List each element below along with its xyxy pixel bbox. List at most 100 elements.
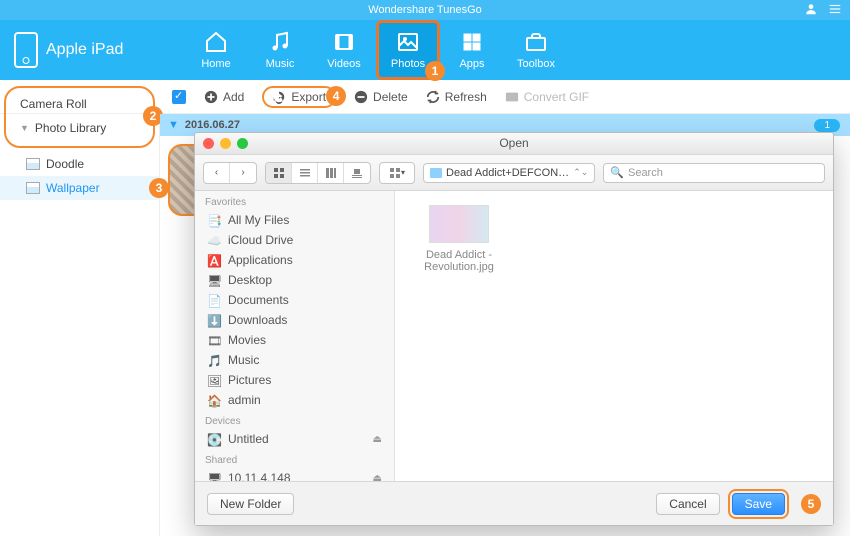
search-icon: 🔍 xyxy=(610,166,624,179)
nav-apps[interactable]: Apps xyxy=(440,20,504,80)
export-button[interactable]: Export 4 xyxy=(262,86,336,108)
nav-photos-label: Photos xyxy=(391,58,425,70)
file-item[interactable]: Dead Addict - Revolution.jpg xyxy=(409,205,509,273)
open-dialog: Open ‹ › ▾ Dead Addict+DEFCON… ⌃⌄ 🔍 Sear… xyxy=(194,132,834,526)
fav-desktop[interactable]: 🖥Desktop xyxy=(195,270,394,290)
sidebar-camera-roll-label: Camera Roll xyxy=(20,97,87,111)
chevron-updown-icon: ⌃⌄ xyxy=(573,167,588,178)
save-highlight: Save xyxy=(728,489,789,519)
export-label: Export xyxy=(291,90,326,104)
refresh-icon xyxy=(426,90,440,104)
music-icon: 🎵 xyxy=(207,354,221,366)
group-date: 2016.06.27 xyxy=(185,119,240,131)
nav-home[interactable]: Home xyxy=(184,20,248,80)
sidebar-item-doodle[interactable]: Doodle xyxy=(0,152,159,176)
dialog-toolbar: ‹ › ▾ Dead Addict+DEFCON… ⌃⌄ 🔍 Search xyxy=(195,155,833,191)
path-dropdown[interactable]: Dead Addict+DEFCON… ⌃⌄ xyxy=(423,163,595,183)
nav-home-label: Home xyxy=(201,58,230,70)
new-folder-button[interactable]: New Folder xyxy=(207,493,294,515)
select-all-checkbox[interactable] xyxy=(172,90,186,104)
eject-icon[interactable]: ⏏ xyxy=(373,434,382,445)
view-list[interactable] xyxy=(292,163,318,183)
callout-4: 4 xyxy=(326,86,346,106)
sidebar-doodle-label: Doodle xyxy=(46,157,84,171)
cancel-button[interactable]: Cancel xyxy=(656,493,719,515)
nav-photos[interactable]: Photos 1 xyxy=(376,20,440,80)
pictures-icon: 🖼 xyxy=(207,374,221,386)
view-mode-segmented xyxy=(265,162,371,184)
back-button[interactable]: ‹ xyxy=(204,163,230,183)
delete-button[interactable]: Delete xyxy=(354,90,408,104)
documents-icon: 📄 xyxy=(207,294,221,306)
file-name: Dead Addict - Revolution.jpg xyxy=(409,249,509,273)
fav-admin[interactable]: 🏠admin xyxy=(195,390,394,410)
nav-music-label: Music xyxy=(266,58,295,70)
image-icon xyxy=(26,158,40,170)
file-thumbnail xyxy=(429,205,489,243)
dialog-title: Open xyxy=(195,136,833,150)
devices-header: Devices xyxy=(195,410,394,429)
fav-icloud[interactable]: ☁️iCloud Drive xyxy=(195,230,394,250)
sidebar-item-camera-roll[interactable]: Camera Roll xyxy=(10,92,149,116)
dialog-file-grid: Dead Addict - Revolution.jpg xyxy=(395,191,833,481)
left-sidebar: Camera Roll ▼ Photo Library 2 Doodle Wal… xyxy=(0,114,160,536)
folder-icon xyxy=(430,168,442,178)
group-arrange-menu[interactable]: ▾ xyxy=(379,162,415,184)
view-icons[interactable] xyxy=(266,163,292,183)
nav-videos-label: Videos xyxy=(327,58,360,70)
device-indicator[interactable]: Apple iPad xyxy=(14,32,174,68)
movies-icon: 🎞 xyxy=(207,334,221,346)
shared-ip1[interactable]: 🖥10.11.4.148⏏ xyxy=(195,468,394,481)
convert-gif-button[interactable]: Convert GIF xyxy=(505,90,589,104)
fav-downloads[interactable]: ⬇️Downloads xyxy=(195,310,394,330)
nav-back-forward: ‹ › xyxy=(203,162,257,184)
device-untitled[interactable]: 💽Untitled⏏ xyxy=(195,429,394,449)
desktop-icon: 🖥 xyxy=(207,274,221,286)
favorites-header: Favorites xyxy=(195,191,394,210)
fav-pictures[interactable]: 🖼Pictures xyxy=(195,370,394,390)
callout-5: 5 xyxy=(801,494,821,514)
window-titlebar: Wondershare TunesGo xyxy=(0,0,850,20)
fav-documents[interactable]: 📄Documents xyxy=(195,290,394,310)
window-title: Wondershare TunesGo xyxy=(0,4,850,16)
eject-icon[interactable]: ⏏ xyxy=(373,473,382,482)
menu-icon[interactable] xyxy=(828,2,842,16)
sidebar-photo-library-label: Photo Library xyxy=(35,121,106,135)
view-columns[interactable] xyxy=(318,163,344,183)
fav-all-my-files[interactable]: 📑All My Files xyxy=(195,210,394,230)
top-nav: Apple iPad Home Music Videos Photos 1 Ap… xyxy=(0,20,850,80)
save-button[interactable]: Save xyxy=(732,493,785,515)
ipad-icon xyxy=(14,32,38,68)
sidebar-item-photo-library[interactable]: ▼ Photo Library xyxy=(10,116,149,140)
delete-label: Delete xyxy=(373,90,408,104)
nav-toolbox[interactable]: Toolbox xyxy=(504,20,568,80)
fav-movies[interactable]: 🎞Movies xyxy=(195,330,394,350)
user-icon[interactable] xyxy=(804,2,818,16)
search-placeholder: Search xyxy=(628,167,663,179)
sidebar-group-highlight: Camera Roll ▼ Photo Library 2 xyxy=(4,86,155,148)
search-input[interactable]: 🔍 Search xyxy=(603,163,825,183)
plus-icon xyxy=(204,90,218,104)
sidebar-wallpaper-label: Wallpaper xyxy=(46,181,100,195)
fav-applications[interactable]: 🅰️Applications xyxy=(195,250,394,270)
refresh-label: Refresh xyxy=(445,90,487,104)
device-name: Apple iPad xyxy=(46,41,123,59)
dialog-footer: New Folder Cancel Save 5 xyxy=(195,481,833,525)
caret-down-icon: ▼ xyxy=(20,123,29,133)
fav-music[interactable]: 🎵Music xyxy=(195,350,394,370)
nav-videos[interactable]: Videos xyxy=(312,20,376,80)
add-button[interactable]: Add xyxy=(204,90,244,104)
group-count-badge: 1 xyxy=(814,119,840,132)
add-label: Add xyxy=(223,90,244,104)
disk-icon: 💽 xyxy=(207,433,221,445)
forward-button[interactable]: › xyxy=(230,163,256,183)
path-label: Dead Addict+DEFCON… xyxy=(446,167,569,179)
sidebar-item-wallpaper[interactable]: Wallpaper 3 xyxy=(0,176,159,200)
refresh-button[interactable]: Refresh xyxy=(426,90,487,104)
gif-icon xyxy=(505,90,519,104)
nav-music[interactable]: Music xyxy=(248,20,312,80)
view-coverflow[interactable] xyxy=(344,163,370,183)
export-icon xyxy=(272,90,286,104)
shared-header: Shared xyxy=(195,449,394,468)
image-icon xyxy=(26,182,40,194)
